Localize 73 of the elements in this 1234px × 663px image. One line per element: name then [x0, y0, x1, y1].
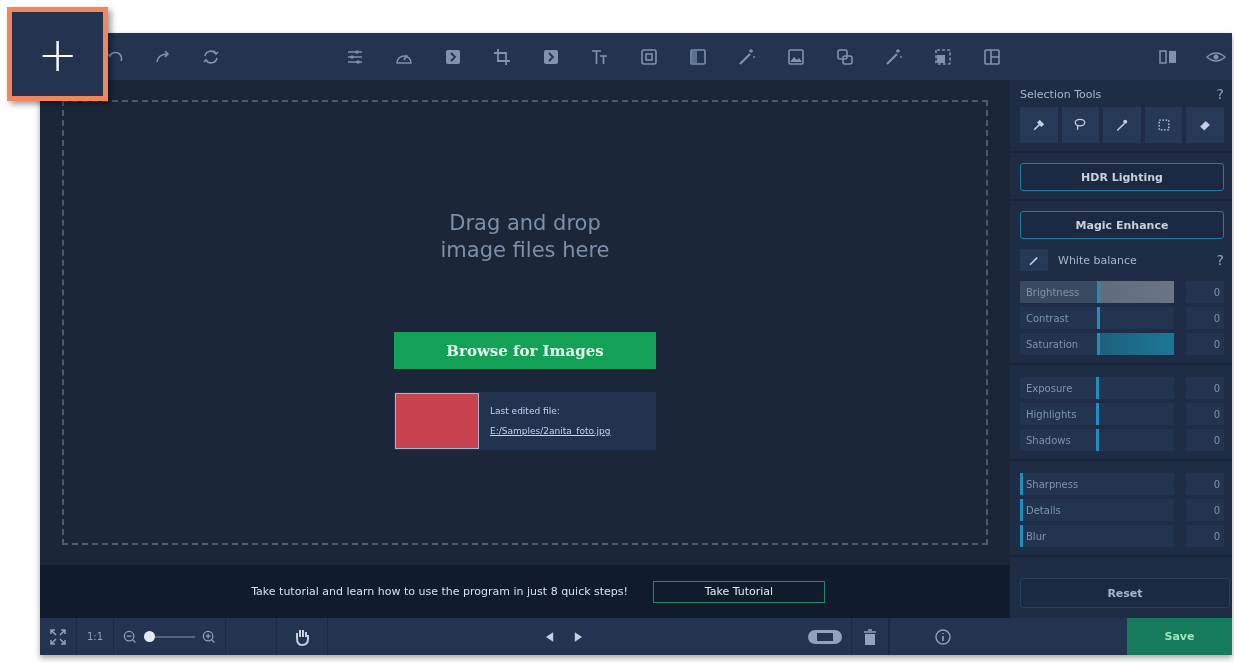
value-field[interactable]: 0	[1186, 525, 1224, 547]
slider-label: Details	[1026, 504, 1061, 516]
eraser-tool-button[interactable]	[1186, 107, 1224, 143]
wand-tool-button[interactable]	[1103, 107, 1141, 143]
section-title: Selection Tools	[1020, 87, 1102, 101]
lasso-tool-button[interactable]	[1061, 107, 1100, 143]
resize-icon[interactable]	[933, 46, 953, 67]
browse-button[interactable]: Browse for Images	[394, 332, 656, 369]
wand-icon	[1114, 117, 1130, 133]
slider-label: Brightness	[1026, 286, 1080, 298]
last-file-label: Last edited file:	[490, 406, 561, 416]
value-field[interactable]: 0	[1186, 377, 1224, 399]
crop-icon[interactable]	[492, 46, 512, 67]
slider-thumb[interactable]	[1020, 499, 1023, 521]
reset-button[interactable]: Reset	[1020, 578, 1230, 608]
help-icon[interactable]: ?	[1216, 252, 1224, 268]
slider-label: Sharpness	[1026, 478, 1079, 490]
panel-icon[interactable]	[688, 46, 708, 67]
wand-icon[interactable]	[737, 46, 757, 67]
slider-label: Blur	[1026, 530, 1047, 542]
hdr-lighting-button[interactable]: HDR Lighting	[1020, 163, 1224, 191]
layout-icon[interactable]	[982, 46, 1002, 67]
fullscreen-icon[interactable]	[48, 626, 68, 647]
shapes-icon[interactable]	[835, 46, 855, 67]
slider-thumb[interactable]	[1097, 307, 1101, 329]
save-button[interactable]: Save	[1127, 618, 1232, 655]
slider-track[interactable]: Saturation	[1020, 333, 1175, 355]
image-icon[interactable]	[786, 46, 806, 67]
rectangle-select-button[interactable]	[1144, 107, 1183, 143]
brush-tool-button[interactable]	[1020, 107, 1058, 143]
value-field[interactable]: 0	[1186, 499, 1224, 521]
frame-icon[interactable]	[639, 46, 659, 67]
slider-thumb[interactable]	[1097, 333, 1101, 355]
take-tutorial-button[interactable]: Take Tutorial	[653, 580, 825, 603]
slider-track[interactable]: Sharpness	[1020, 473, 1175, 495]
slider-thumb[interactable]	[144, 630, 156, 642]
slider-label: Exposure	[1026, 382, 1073, 394]
add-button[interactable]: +	[7, 7, 108, 101]
slider-thumb[interactable]	[1095, 403, 1099, 425]
slider-track[interactable]: Brightness	[1020, 281, 1175, 303]
magic-enhance-button[interactable]: Magic Enhance	[1020, 211, 1224, 239]
slider-thumb[interactable]	[1020, 473, 1023, 495]
file-path-link[interactable]: E:/Samples/2anita_foto.jpg	[490, 426, 611, 436]
slider-thumb[interactable]	[1095, 377, 1099, 399]
slider-label: Saturation	[1026, 338, 1079, 350]
value-field[interactable]: 0	[1186, 403, 1224, 425]
value-field[interactable]: 0	[1186, 307, 1224, 329]
slider-track[interactable]: Exposure	[1020, 377, 1175, 399]
value-field[interactable]: 0	[1186, 429, 1224, 451]
tutorial-message: Take tutorial and learn how to use the program in just 8 quick steps!	[251, 585, 628, 598]
actual-size-button[interactable]: 1:1	[85, 631, 106, 642]
wand-icon[interactable]	[884, 46, 904, 67]
value-field[interactable]: 0	[1186, 473, 1224, 495]
slider-thumb[interactable]	[1020, 525, 1023, 547]
slider-track[interactable]: Details	[1020, 499, 1175, 521]
slider-label: Contrast	[1026, 312, 1069, 324]
slider-thumb[interactable]	[1097, 281, 1101, 303]
slider-track[interactable]: Shadows	[1020, 429, 1175, 451]
zoom-out-icon[interactable]	[122, 628, 138, 645]
slider-track[interactable]: Contrast	[1020, 307, 1175, 329]
slider-label: Highlights	[1026, 408, 1077, 420]
value-field[interactable]: 0	[1186, 281, 1224, 303]
info-icon[interactable]	[933, 626, 953, 647]
drop-zone[interactable]: Drag and drop image files here Browse for Images Last edited file: E:/Samples/2anita_foto.jpg	[62, 100, 988, 545]
slider-track[interactable]: Blur	[1020, 525, 1175, 547]
slider-label: Shadows	[1026, 434, 1071, 446]
eyedropper-button[interactable]	[1020, 249, 1048, 271]
help-icon[interactable]: ?	[1216, 86, 1224, 102]
balance-setting-label: White balance	[1058, 253, 1138, 267]
drop-message: Drag and drop image files here	[440, 210, 610, 264]
slider-track[interactable]: Highlights	[1020, 403, 1175, 425]
slider-thumb[interactable]	[1095, 429, 1099, 451]
value-field[interactable]: 0	[1186, 333, 1224, 355]
